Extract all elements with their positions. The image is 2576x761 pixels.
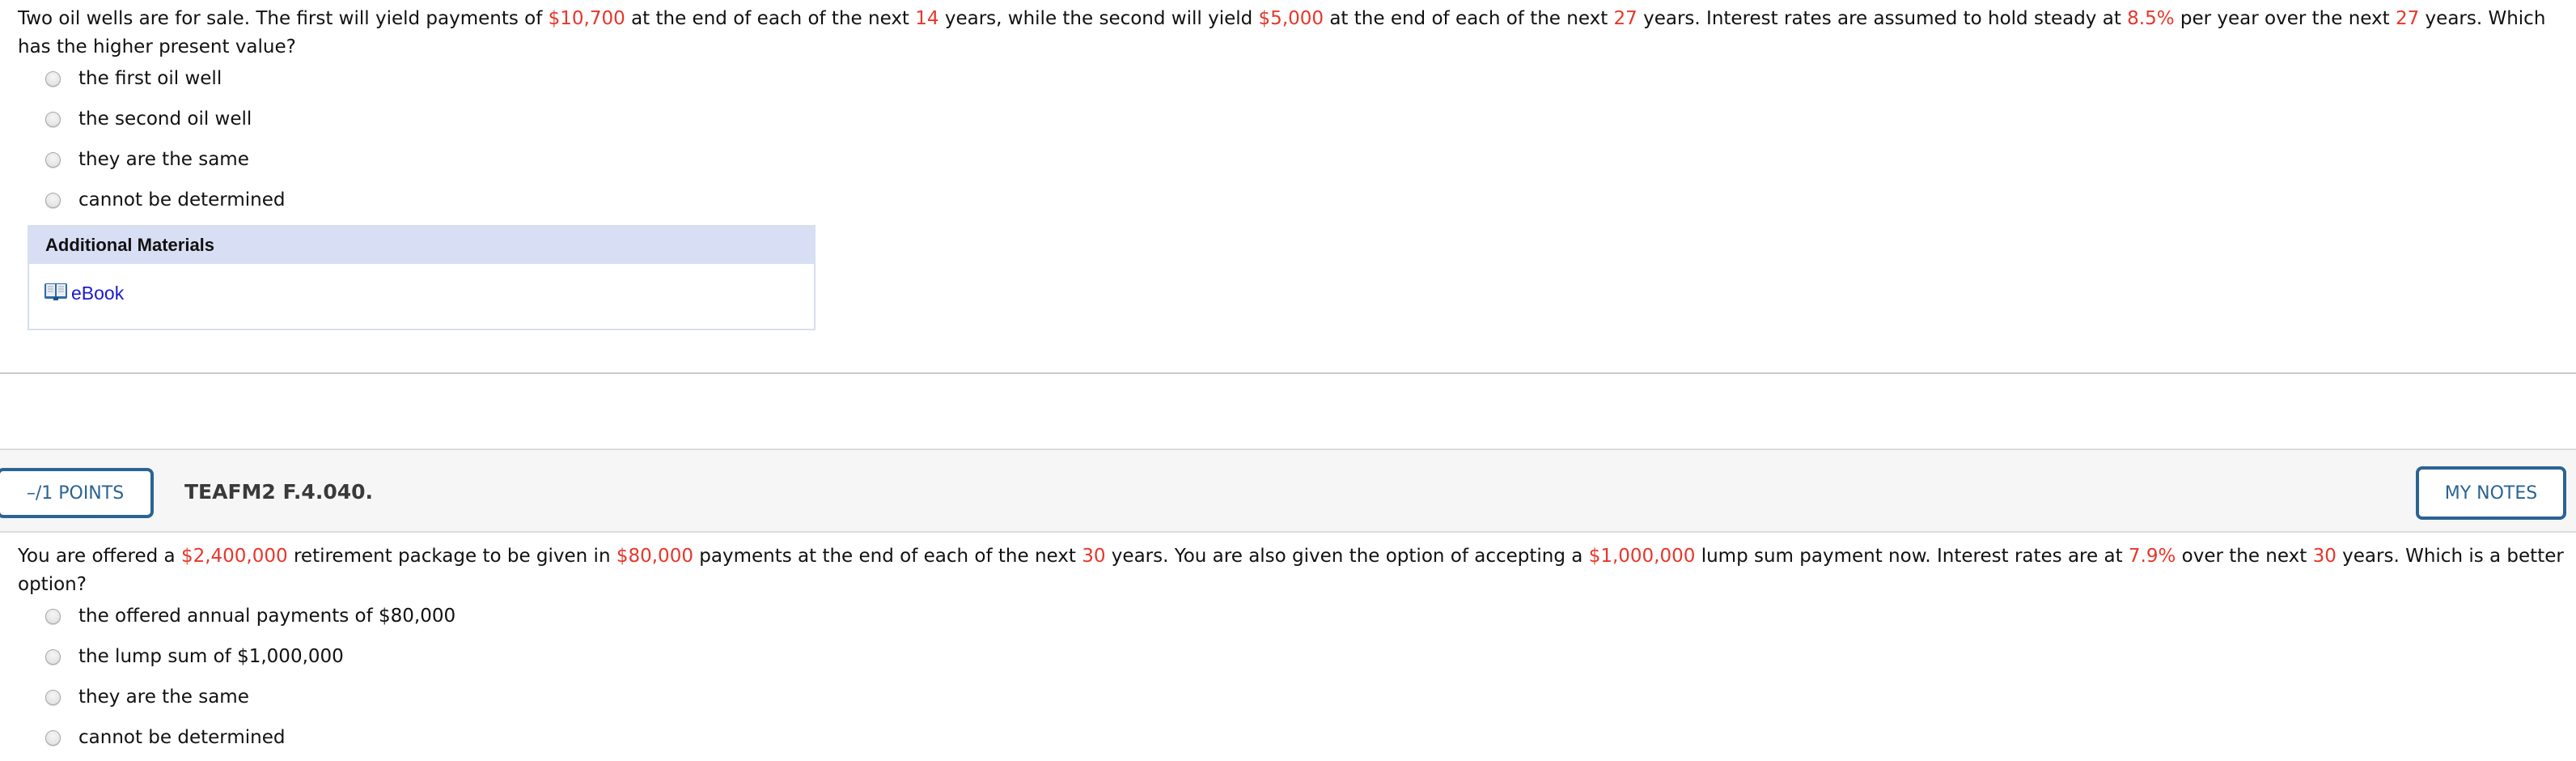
question-text-segment: per year over the next — [2174, 8, 2396, 29]
question-1-text: Two oil wells are for sale. The first wi… — [18, 5, 2566, 62]
highlighted-value: 30 — [1082, 546, 1106, 567]
choice-cannot-be-determined[interactable]: cannot be determined — [45, 717, 455, 758]
radio-button[interactable] — [45, 729, 61, 746]
choice-second-oil-well[interactable]: the second oil well — [45, 99, 285, 139]
radio-button[interactable] — [45, 151, 61, 168]
book-icon — [44, 282, 68, 304]
question-text-segment: retirement package to be given in — [287, 546, 616, 567]
radio-button[interactable] — [45, 608, 61, 624]
radio-button[interactable] — [45, 70, 61, 87]
question-text-segment: at the end of each of the next — [1324, 8, 1614, 29]
my-notes-button[interactable]: MY NOTES — [2416, 466, 2566, 520]
question-2-text: You are offered a $2,400,000 retirement … — [18, 542, 2566, 599]
choice-label: they are the same — [78, 687, 249, 708]
question-text-segment: You are offered a — [18, 546, 181, 567]
highlighted-value: 27 — [1613, 8, 1638, 29]
highlighted-value: $2,400,000 — [180, 546, 288, 567]
question-text-segment: at the end of each of the next — [625, 8, 916, 29]
question-2-header: –/1 POINTS TEAFM2 F.4.040. MY NOTES — [0, 449, 2576, 533]
question-text-segment: payments at the end of each of the next — [693, 546, 1083, 567]
highlighted-value: 14 — [915, 8, 939, 29]
choice-label: the lump sum of $1,000,000 — [78, 646, 344, 667]
highlighted-value: $5,000 — [1258, 8, 1324, 29]
choice-annual-payments[interactable]: the offered annual payments of $80,000 — [45, 596, 455, 636]
highlighted-value: $80,000 — [616, 546, 693, 567]
choice-they-are-the-same[interactable]: they are the same — [45, 139, 285, 180]
highlighted-value: 27 — [2395, 8, 2420, 29]
radio-button[interactable] — [45, 192, 61, 208]
choice-label: they are the same — [78, 149, 249, 170]
question-text-segment: years, while the second will yield — [938, 8, 1259, 29]
highlighted-value: $1,000,000 — [1588, 546, 1696, 567]
radio-button[interactable] — [45, 689, 61, 705]
question-text-segment: years. You are also given the option of … — [1105, 546, 1589, 567]
section-divider — [0, 372, 2576, 374]
choice-label: cannot be determined — [78, 727, 286, 748]
question-id: TEAFM2 F.4.040. — [184, 480, 374, 504]
highlighted-value: 8.5% — [2127, 8, 2175, 29]
question-text-segment: years. Interest rates are assumed to hol… — [1637, 8, 2128, 29]
choice-label: cannot be determined — [78, 189, 286, 210]
question-text-segment: over the next — [2176, 546, 2313, 567]
question-text-segment: lump sum payment now. Interest rates are… — [1695, 546, 2129, 567]
additional-materials-panel: Additional Materials eBook — [28, 225, 816, 330]
radio-button[interactable] — [45, 648, 61, 665]
question-2-choices: the offered annual payments of $80,000 t… — [45, 596, 455, 758]
choice-lump-sum[interactable]: the lump sum of $1,000,000 — [45, 636, 455, 677]
additional-materials-title: Additional Materials — [29, 227, 814, 264]
ebook-link[interactable]: eBook — [71, 283, 124, 304]
highlighted-value: 7.9% — [2128, 546, 2176, 567]
choice-label: the first oil well — [78, 68, 222, 89]
question-1-choices: the first oil well the second oil well t… — [45, 58, 285, 220]
choice-label: the offered annual payments of $80,000 — [78, 606, 456, 627]
choice-cannot-be-determined[interactable]: cannot be determined — [45, 180, 285, 220]
highlighted-value: $10,700 — [548, 8, 625, 29]
radio-button[interactable] — [45, 111, 61, 127]
choice-they-are-the-same[interactable]: they are the same — [45, 677, 455, 717]
choice-first-oil-well[interactable]: the first oil well — [45, 58, 285, 99]
highlighted-value: 30 — [2312, 546, 2337, 567]
question-text-segment: Two oil wells are for sale. The first wi… — [18, 8, 549, 29]
points-button[interactable]: –/1 POINTS — [0, 468, 154, 518]
choice-label: the second oil well — [78, 108, 252, 130]
